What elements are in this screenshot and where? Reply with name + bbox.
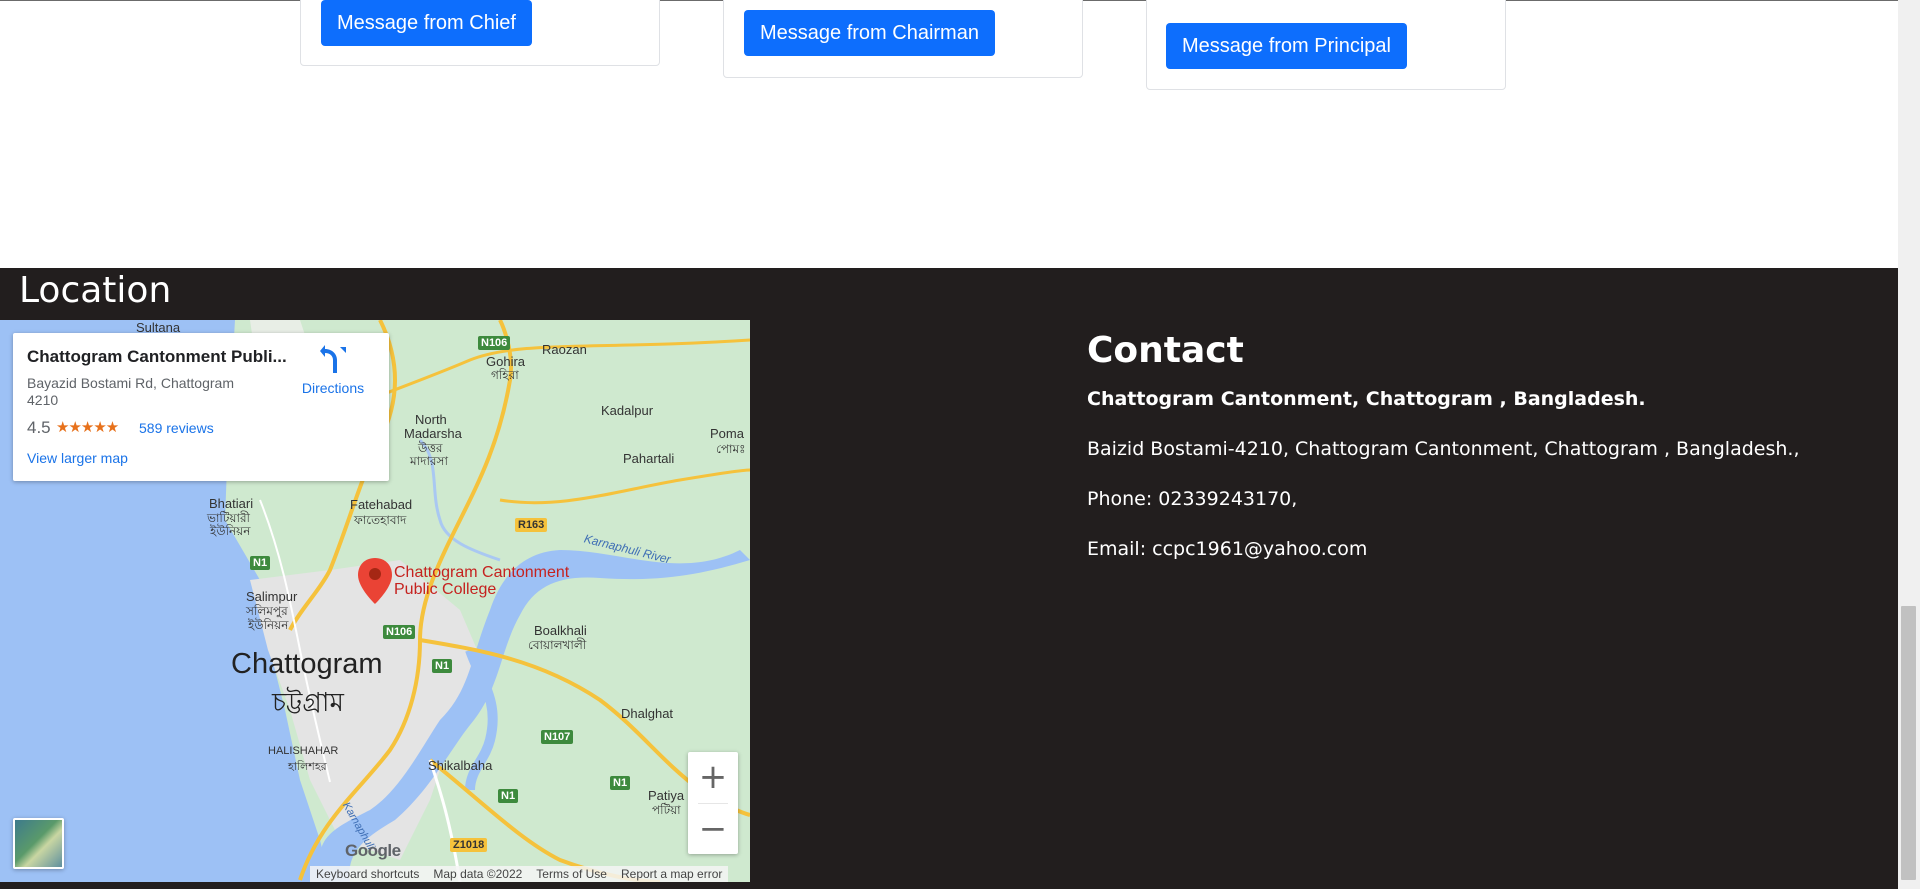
road-shield: N107 (541, 730, 574, 744)
rating-stars-icon: ★★★★★ (56, 419, 119, 436)
place-address: Bayazid Bostami Rd, Chattogram 4210 (27, 375, 234, 408)
reviews-link[interactable]: 589 reviews (139, 420, 214, 436)
map-label: Pahartali (623, 451, 675, 466)
message-from-principal-button[interactable]: Message from Principal (1166, 23, 1407, 69)
map-label: চট্টগ্রাম (272, 687, 344, 717)
map-label: Bhatiari (209, 496, 254, 511)
road-shield: N1 (250, 556, 271, 570)
footer-bottom-strip (0, 882, 1898, 889)
contact-heading: Contact (1087, 330, 1244, 371)
directions-icon (320, 345, 346, 373)
marker-label: Chattogram Cantonment (394, 564, 570, 581)
map-label: বোয়ালখালী (528, 638, 587, 652)
page-scrollbar-thumb[interactable] (1901, 606, 1916, 880)
road-shield: R163 (515, 518, 548, 532)
zoom-in-button[interactable]: + (688, 752, 738, 802)
satellite-toggle-button[interactable] (13, 818, 64, 869)
directions-label: Directions (301, 380, 365, 396)
contact-phone: Phone: 02339243170, (1087, 488, 1298, 510)
place-name: Chattogram Cantonment Publi... (27, 347, 287, 366)
view-larger-map-link[interactable]: View larger map (27, 450, 128, 466)
map-label: Shikalbaha (428, 758, 493, 773)
map-label: Salimpur (246, 589, 298, 604)
map-label: Chattogram (231, 648, 383, 680)
directions-button[interactable]: Directions (295, 345, 371, 396)
zoom-control: + − (688, 752, 738, 854)
marker-label: Public College (394, 581, 497, 598)
map-label: Boalkhali (534, 623, 587, 638)
road-shield: N106 (383, 625, 416, 639)
map-label: পোমঃ (716, 442, 746, 456)
road-shield: Z1018 (450, 838, 488, 852)
map-attribution-bar: Keyboard shortcuts Map data ©2022 Terms … (310, 866, 729, 882)
place-info-card: Chattogram Cantonment Publi... Bayazid B… (13, 333, 389, 481)
road-shield: N106 (478, 336, 511, 350)
map-label: Dhalghat (621, 706, 674, 721)
road-shield: N1 (498, 789, 519, 803)
google-map-embed[interactable]: Sultana Gohira গহিরা Raozan Kadalpur Pom… (0, 320, 750, 882)
contact-organization: Chattogram Cantonment, Chattogram , Bang… (1087, 388, 1646, 410)
place-rating: 4.5 (27, 418, 51, 437)
contact-address: Baizid Bostami-4210, Chattogram Cantonme… (1087, 438, 1800, 460)
terms-of-use-link[interactable]: Terms of Use (536, 867, 607, 881)
zoom-out-button[interactable]: − (688, 804, 738, 854)
map-label: পটিয়া (652, 803, 681, 817)
map-label: Raozan (542, 342, 587, 357)
keyboard-shortcuts-link[interactable]: Keyboard shortcuts (316, 867, 419, 881)
map-label: Patiya (648, 788, 685, 803)
google-logo: Google (345, 841, 401, 860)
map-label: মাদারসা (410, 454, 448, 468)
road-shield: N1 (432, 659, 453, 673)
map-label: North (415, 412, 447, 427)
map-label: ইউনিয়ন (248, 618, 289, 632)
road-shield: N1 (610, 776, 631, 790)
map-label: HALISHAHAR (268, 745, 339, 757)
message-from-chairman-button[interactable]: Message from Chairman (744, 10, 995, 56)
contact-email: Email: ccpc1961@yahoo.com (1087, 538, 1368, 560)
map-label: ফাতেহাবাদ (354, 513, 407, 527)
map-data-text: Map data ©2022 (433, 867, 523, 881)
map-label: হালিশহর (288, 761, 327, 773)
map-label: Madarsha (404, 426, 462, 441)
report-map-error-link[interactable]: Report a map error (621, 867, 722, 881)
message-from-chief-button[interactable]: Message from Chief (321, 0, 532, 46)
location-heading: Location (19, 270, 172, 311)
map-label: Fatehabad (350, 497, 413, 512)
map-label: গহিরা (491, 368, 519, 382)
location-pin-icon[interactable] (358, 558, 392, 604)
map-label: Poma (710, 426, 744, 441)
map-label: Kadalpur (601, 403, 654, 418)
map-label: ইউনিয়ন (210, 524, 251, 538)
